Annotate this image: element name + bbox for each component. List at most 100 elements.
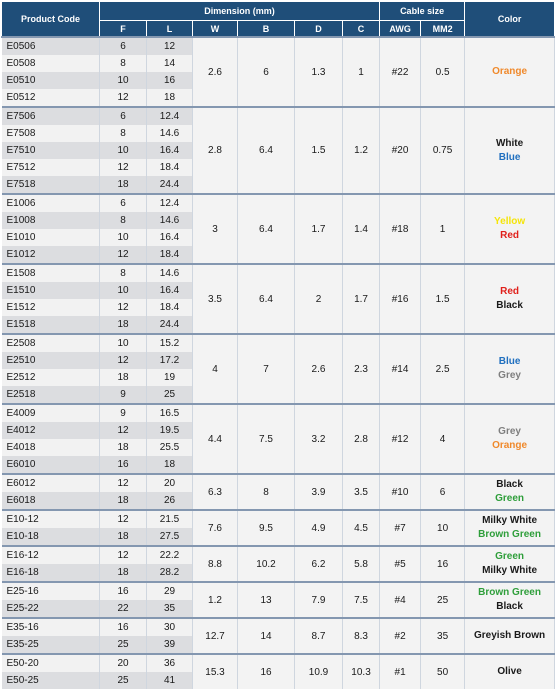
d-cell: 3.2 xyxy=(294,403,343,474)
color-label: Black xyxy=(496,601,523,612)
b-cell: 16 xyxy=(237,653,295,689)
d-cell: 1.3 xyxy=(294,36,343,107)
b-cell: 14 xyxy=(237,617,295,654)
w-cell: 1.2 xyxy=(192,581,238,618)
l-cell: 22.2 xyxy=(146,545,193,564)
l-cell: 21.5 xyxy=(146,509,193,528)
w-cell: 7.6 xyxy=(192,509,238,546)
f-cell: 18 xyxy=(99,528,147,546)
l-cell: 25.5 xyxy=(146,439,193,456)
b-cell: 9.5 xyxy=(237,509,295,546)
product-code-cell: E10-18 xyxy=(1,528,100,546)
l-cell: 18.4 xyxy=(146,299,193,316)
product-code-cell: E1012 xyxy=(1,246,100,264)
c-cell: 1 xyxy=(342,36,381,107)
product-code-cell: E2508 xyxy=(1,333,100,352)
color-label: Red xyxy=(500,286,520,297)
color-label: Grey xyxy=(498,370,521,381)
f-cell: 8 xyxy=(99,212,147,229)
l-cell: 12.4 xyxy=(146,106,193,125)
l-cell: 15.2 xyxy=(146,333,193,352)
b-cell: 7 xyxy=(237,333,295,404)
l-cell: 16.4 xyxy=(146,229,193,246)
f-cell: 18 xyxy=(99,176,147,194)
color-label: Orange xyxy=(492,440,528,451)
w-cell: 2.6 xyxy=(192,36,238,107)
l-cell: 14.6 xyxy=(146,263,193,282)
product-code-cell: E1010 xyxy=(1,229,100,246)
awg-cell: #5 xyxy=(379,545,422,582)
l-cell: 19.5 xyxy=(146,422,193,439)
table-row: E0506 6 12 2.6 6 1.3 1 #22 0.5 Orange xyxy=(1,36,555,107)
color-cell: Red Black xyxy=(464,263,555,334)
l-cell: 14 xyxy=(146,55,193,72)
l-cell: 12 xyxy=(146,36,193,55)
l-cell: 28.2 xyxy=(146,564,193,582)
d-cell: 8.7 xyxy=(294,617,343,654)
product-code-cell: E1008 xyxy=(1,212,100,229)
mm2-cell: 10 xyxy=(420,509,466,546)
c-cell: 8.3 xyxy=(342,617,381,654)
color-label: Brown Green xyxy=(478,587,541,598)
d-cell: 1.5 xyxy=(294,106,343,194)
color-cell: Milky White Brown Green xyxy=(464,509,555,546)
awg-cell: #16 xyxy=(379,263,422,334)
header-f: F xyxy=(99,20,147,38)
d-cell: 1.7 xyxy=(294,193,343,264)
color-label: Greyish Brown xyxy=(474,630,546,641)
header-b: B xyxy=(237,20,295,38)
color-cell: Blue Grey xyxy=(464,333,555,404)
color-cell: Brown Green Black xyxy=(464,581,555,618)
table-row: E35-16 16 30 12.7 14 8.7 8.3 #2 35 Greyish Brown xyxy=(1,617,555,654)
color-label: Milky White xyxy=(482,515,538,526)
product-code-cell: E4009 xyxy=(1,403,100,422)
header-color: Color xyxy=(464,1,555,38)
product-code-cell: E2510 xyxy=(1,352,100,369)
f-cell: 8 xyxy=(99,125,147,142)
l-cell: 25 xyxy=(146,386,193,404)
color-cell: Black Green xyxy=(464,473,555,510)
d-cell: 10.9 xyxy=(294,653,343,689)
mm2-cell: 1 xyxy=(420,193,466,264)
product-code-cell: E50-20 xyxy=(1,653,100,672)
l-cell: 27.5 xyxy=(146,528,193,546)
f-cell: 16 xyxy=(99,617,147,636)
c-cell: 5.8 xyxy=(342,545,381,582)
d-cell: 2.6 xyxy=(294,333,343,404)
header-cable-size: Cable size xyxy=(379,1,466,21)
product-code-cell: E0512 xyxy=(1,89,100,107)
header-product-code: Product Code xyxy=(1,1,100,38)
b-cell: 10.2 xyxy=(237,545,295,582)
table-row: E7506 6 12.4 2.8 6.4 1.5 1.2 #20 0.75 White Blue xyxy=(1,106,555,194)
table-header: Product Code Dimension (mm) Cable size C… xyxy=(1,1,555,38)
f-cell: 6 xyxy=(99,193,147,212)
f-cell: 12 xyxy=(99,246,147,264)
f-cell: 9 xyxy=(99,403,147,422)
product-code-cell: E7512 xyxy=(1,159,100,176)
product-code-cell: E25-22 xyxy=(1,600,100,618)
product-code-cell: E2518 xyxy=(1,386,100,404)
color-label: Orange xyxy=(492,66,528,77)
product-code-cell: E7508 xyxy=(1,125,100,142)
color-cell: Grey Orange xyxy=(464,403,555,474)
mm2-cell: 2.5 xyxy=(420,333,466,404)
table-row: E10-12 12 21.5 7.6 9.5 4.9 4.5 #7 10 Milky White B… xyxy=(1,509,555,546)
product-code-cell: E35-25 xyxy=(1,636,100,654)
product-code-cell: E7510 xyxy=(1,142,100,159)
l-cell: 16.4 xyxy=(146,282,193,299)
mm2-cell: 0.5 xyxy=(420,36,466,107)
f-cell: 18 xyxy=(99,492,147,510)
l-cell: 41 xyxy=(146,672,193,689)
f-cell: 12 xyxy=(99,509,147,528)
d-cell: 6.2 xyxy=(294,545,343,582)
b-cell: 6.4 xyxy=(237,193,295,264)
l-cell: 16.4 xyxy=(146,142,193,159)
l-cell: 14.6 xyxy=(146,212,193,229)
product-code-cell: E0508 xyxy=(1,55,100,72)
f-cell: 9 xyxy=(99,386,147,404)
c-cell: 4.5 xyxy=(342,509,381,546)
color-label: Yellow xyxy=(494,216,526,227)
l-cell: 26 xyxy=(146,492,193,510)
table-row: E25-16 16 29 1.2 13 7.9 7.5 #4 25 Brown Green Blac… xyxy=(1,581,555,618)
f-cell: 12 xyxy=(99,159,147,176)
